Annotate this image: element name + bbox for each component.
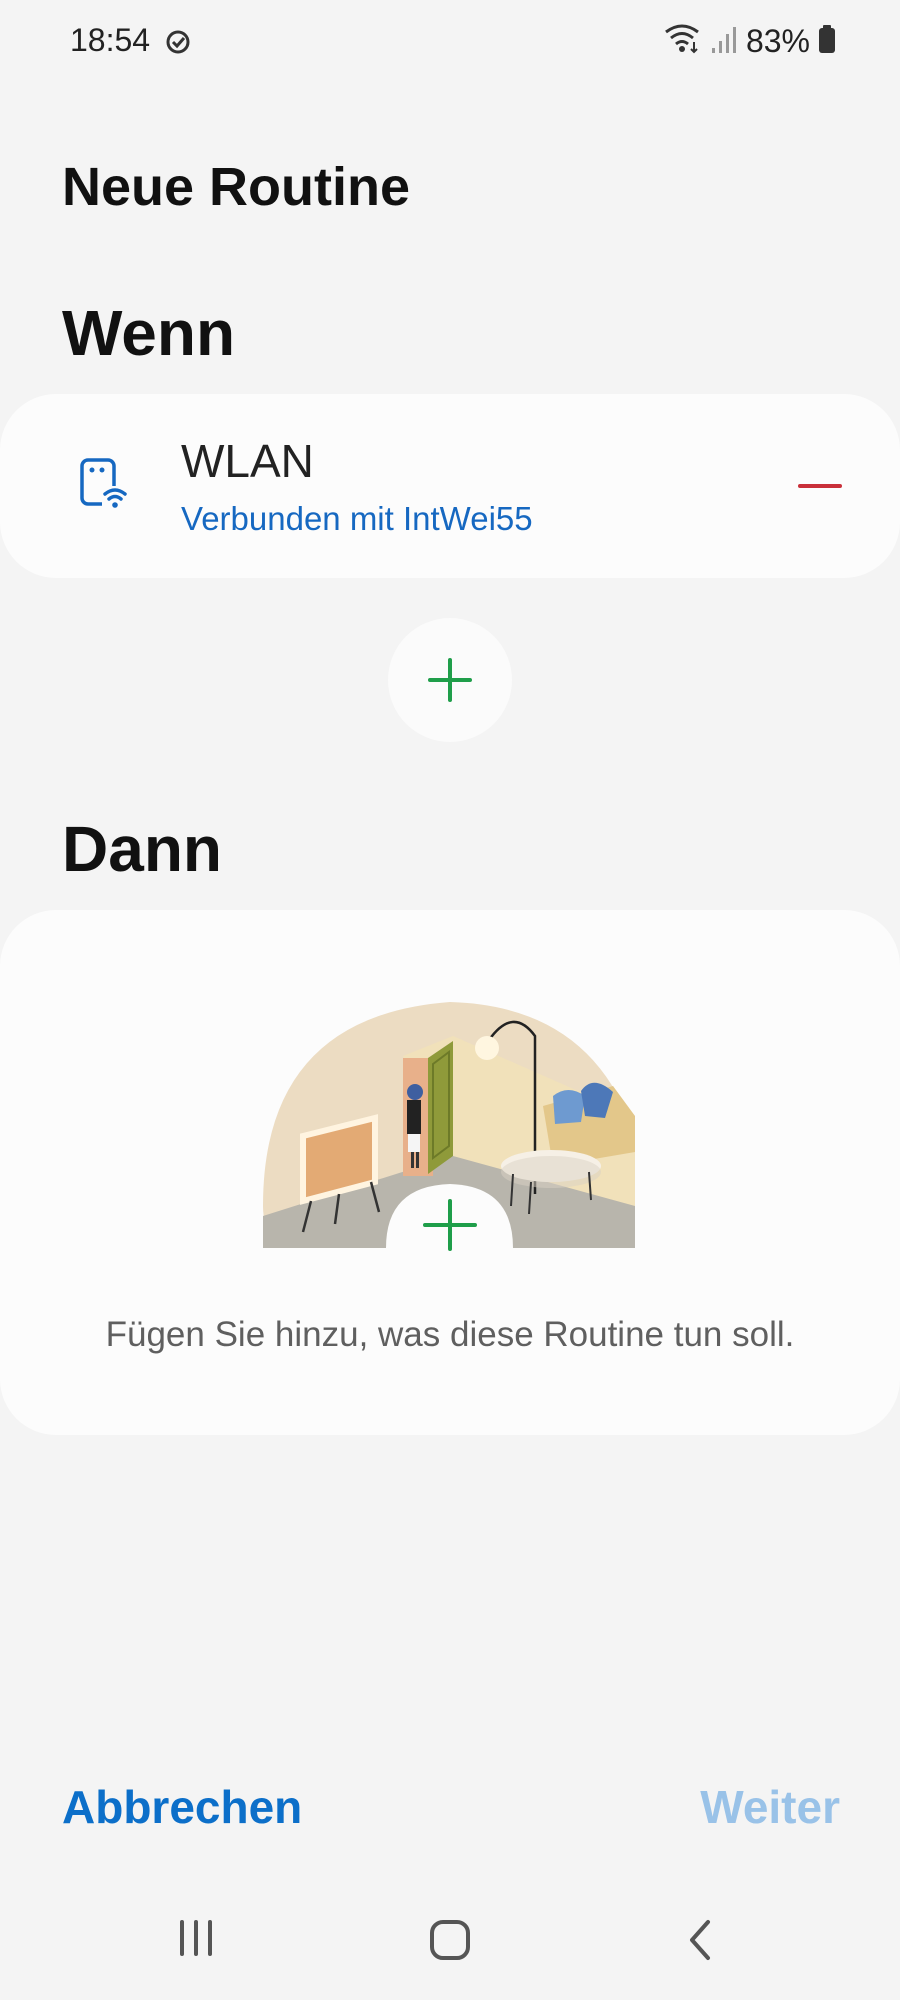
status-bar: 18:54 83%	[0, 0, 900, 84]
dann-action-card[interactable]: Fügen Sie hinzu, was diese Routine tun s…	[0, 910, 900, 1435]
battery-icon	[818, 24, 836, 59]
wenn-condition-card[interactable]: WLAN Verbunden mit IntWei55	[0, 394, 900, 578]
sync-check-icon	[164, 28, 192, 61]
status-icons: 83%	[662, 22, 836, 61]
plus-icon	[428, 658, 472, 702]
dann-heading: Dann	[62, 813, 222, 885]
wifi-tablet-icon	[74, 456, 130, 517]
recent-apps-icon[interactable]	[178, 1918, 218, 1963]
room-illustration	[263, 1002, 635, 1251]
add-condition-button[interactable]	[388, 618, 512, 742]
remove-condition-button[interactable]	[790, 456, 852, 516]
signal-icon	[710, 24, 738, 59]
condition-subtitle: Verbunden mit IntWei55	[181, 500, 533, 537]
dann-hint-text: Fügen Sie hinzu, was diese Routine tun s…	[105, 1315, 795, 1354]
page-title: Neue Routine	[62, 157, 411, 217]
next-button[interactable]: Weiter	[700, 1780, 840, 1834]
back-icon[interactable]	[686, 1918, 716, 1967]
minus-icon	[798, 484, 842, 488]
battery-percent: 83%	[745, 23, 810, 59]
condition-title: WLAN	[181, 435, 314, 487]
cancel-button[interactable]: Abbrechen	[62, 1780, 302, 1834]
home-icon[interactable]	[428, 1918, 472, 1967]
wifi-icon	[662, 22, 702, 61]
wenn-heading: Wenn	[62, 297, 236, 369]
status-time: 18:54	[70, 22, 151, 58]
